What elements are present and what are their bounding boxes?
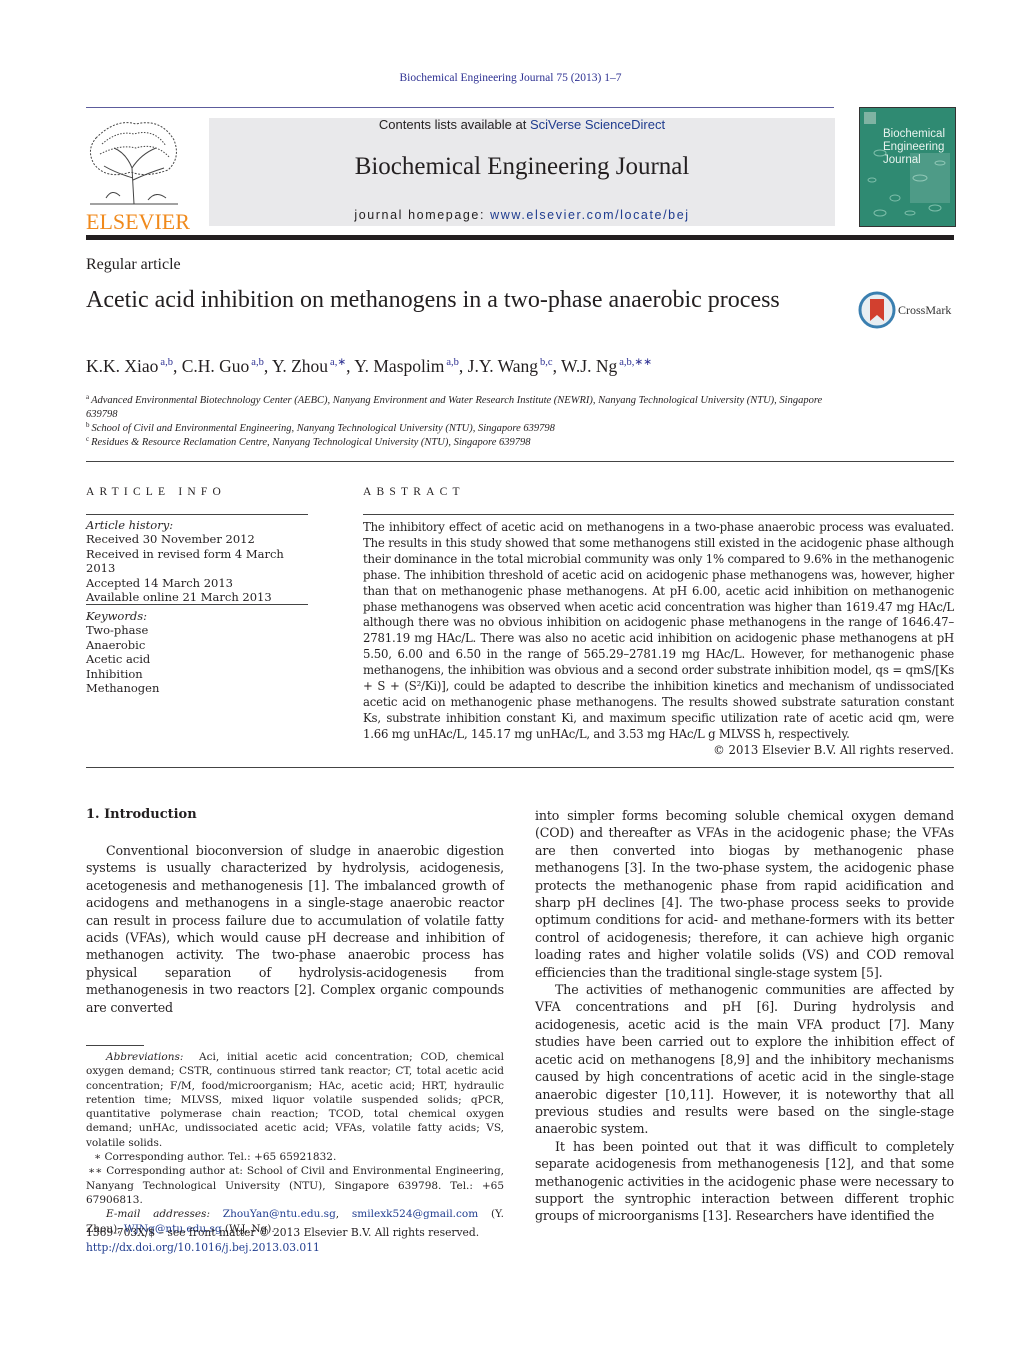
sciencedirect-link[interactable]: SciVerse ScienceDirect <box>530 117 665 132</box>
keywords-label: Keywords: <box>86 609 147 623</box>
journal-reference[interactable]: Biochemical Engineering Journal 75 (2013… <box>0 72 1021 84</box>
keyword: Anaerobic <box>86 637 146 652</box>
contents-prefix: Contents lists available at <box>378 117 530 132</box>
front-matter: 1369-703X/$ – see front matter © 2013 El… <box>86 1225 516 1255</box>
divider <box>86 461 954 462</box>
keyword: Methanogen <box>86 681 160 696</box>
keyword: Inhibition <box>86 666 143 681</box>
section-heading: 1. Introduction <box>86 807 197 822</box>
author-list: K.K. Xiao a,b, C.H. Guo a,b, Y. Zhou a,∗, Y… <box>86 356 653 376</box>
journal-homepage: journal homepage: www.elsevier.com/locat… <box>209 208 835 222</box>
corresponding-author-note: ∗ Corresponding author. Tel.: +65 659218… <box>94 1151 337 1164</box>
email-link[interactable]: smilexk524@gmail.com <box>352 1208 478 1220</box>
paragraph: into simpler forms becoming soluble chem… <box>535 808 954 980</box>
article-history: Article history: Received 30 November 20… <box>86 518 308 604</box>
keyword: Two-phase <box>86 623 149 638</box>
affiliation-c: c Residues & Resource Reclamation Centre,… <box>86 435 531 448</box>
header-thick-rule <box>86 235 954 240</box>
email-link[interactable]: ZhouYan@ntu.edu.sg <box>223 1208 336 1220</box>
doi-link[interactable]: http://dx.doi.org/10.1016/j.bej.2013.03.… <box>86 1240 516 1255</box>
abstract-text: The inhibitory effect of acetic acid on … <box>363 520 954 741</box>
article-info-heading: ARTICLE INFO <box>86 486 226 498</box>
paragraph: Conventional bioconversion of sludge in … <box>86 843 504 1015</box>
author[interactable]: W.J. Ng a,b,∗∗ <box>561 356 652 376</box>
elsevier-logo[interactable]: ELSEVIER <box>86 118 190 233</box>
intro-left-column: Conventional bioconversion of sludge in … <box>86 842 504 1016</box>
cover-title-line: Journal <box>883 154 921 166</box>
cover-pattern-icon <box>864 112 950 217</box>
journal-cover[interactable]: Biochemical Engineering Journal <box>859 107 956 227</box>
paragraph: The activities of methanogenic communiti… <box>535 982 954 1137</box>
abstract-heading: ABSTRACT <box>363 486 465 498</box>
paragraph: It has been pointed out that it was diff… <box>535 1138 954 1224</box>
article-type: Regular article <box>86 256 181 273</box>
history-label: Article history: <box>86 518 174 532</box>
author[interactable]: Y. Maspolim a,b <box>354 356 459 376</box>
crossmark-button[interactable]: CrossMark <box>858 291 958 329</box>
front-matter-text: 1369-703X/$ – see front matter © 2013 El… <box>86 1226 480 1239</box>
abstract-copyright: © 2013 Elsevier B.V. All rights reserved… <box>713 743 954 757</box>
elsevier-tree-icon <box>86 118 182 206</box>
keywords: Keywords: Two-phase Anaerobic Acetic aci… <box>86 609 308 695</box>
author[interactable]: C.H. Guo a,b <box>182 356 264 376</box>
corresponding-author-note: ∗∗ Corresponding author at: School of Ci… <box>86 1165 504 1206</box>
email-label: E-mail addresses: <box>106 1208 210 1221</box>
footnote-rule <box>86 1045 144 1046</box>
homepage-link[interactable]: www.elsevier.com/locate/bej <box>490 208 690 222</box>
cover-title-line: Engineering <box>883 141 945 153</box>
divider <box>86 604 308 605</box>
abbreviations-text: Aci, initial acetic acid concentration; … <box>86 1051 504 1149</box>
crossmark-label: CrossMark <box>898 303 952 317</box>
header-divider <box>86 107 834 108</box>
cover-title: Biochemical Engineering Journal <box>883 128 945 167</box>
intro-right-column: into simpler forms becoming soluble chem… <box>535 807 954 1225</box>
contents-line: Contents lists available at SciVerse Sci… <box>209 117 835 132</box>
divider <box>363 514 954 515</box>
article-title: Acetic acid inhibition on methanogens in… <box>86 287 780 313</box>
crossmark-icon <box>858 291 896 329</box>
publisher-name: ELSEVIER <box>86 209 190 234</box>
history-item: Available online 21 March 2013 <box>86 590 272 605</box>
journal-masthead: Contents lists available at SciVerse Sci… <box>209 117 835 226</box>
cover-title-line: Biochemical <box>883 128 945 140</box>
history-item: Accepted 14 March 2013 <box>86 575 233 590</box>
history-item: Received 30 November 2012 <box>86 532 255 547</box>
abbreviations-label: Abbreviations: <box>106 1051 184 1063</box>
author[interactable]: Y. Zhou a,∗ <box>272 356 346 376</box>
author[interactable]: J.Y. Wang b,c <box>468 356 553 376</box>
history-item: Received in revised form 4 March 2013 <box>86 546 284 576</box>
journal-title: Biochemical Engineering Journal <box>354 153 690 180</box>
divider <box>86 767 954 768</box>
author[interactable]: K.K. Xiao a,b <box>86 356 173 376</box>
homepage-label: journal homepage: <box>354 208 491 222</box>
keyword: Acetic acid <box>86 652 151 667</box>
divider <box>86 514 308 515</box>
footnotes: Abbreviations: Aci, initial acetic acid … <box>86 1051 504 1235</box>
